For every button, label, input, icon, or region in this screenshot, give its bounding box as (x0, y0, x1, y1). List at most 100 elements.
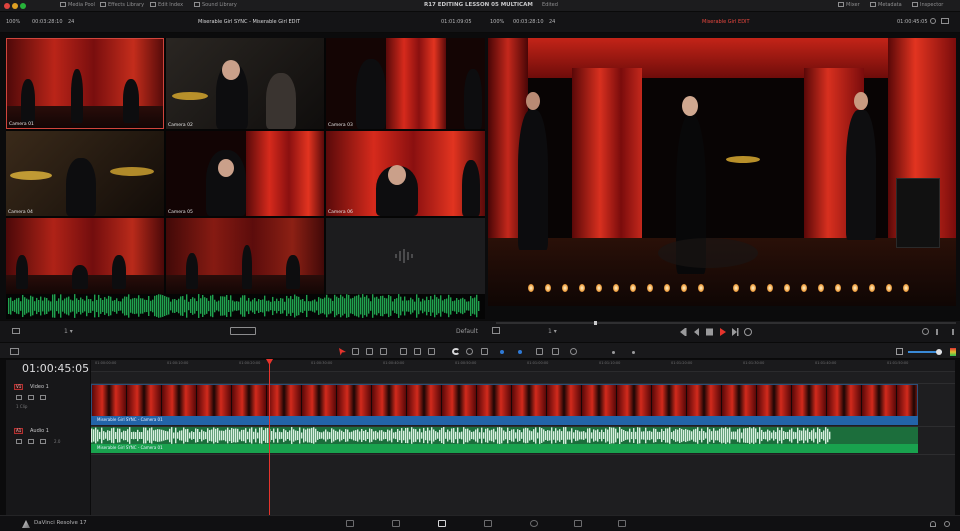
viewer-mode-icon[interactable] (941, 18, 949, 24)
performer-silhouette (186, 253, 198, 290)
audio-clip-titlebar[interactable]: Miserable Girl SYNC - Camera 01 (91, 444, 918, 453)
zoom-in-icon[interactable] (632, 351, 635, 354)
drummer-silhouette (66, 158, 96, 216)
program-timeline-name[interactable]: Miserable Girl EDIT (702, 19, 750, 25)
mark-in-icon[interactable] (936, 329, 942, 335)
dynamic-trim-icon[interactable] (366, 348, 373, 355)
playhead[interactable] (269, 361, 270, 515)
trim-tool-icon[interactable] (352, 348, 359, 355)
tab-effects-library[interactable]: Effects Library (100, 2, 144, 8)
mark-out-icon[interactable] (948, 329, 954, 335)
camera-label: Camera 04 (8, 210, 33, 215)
footlight-bulb (767, 284, 773, 292)
lock-track-icon[interactable] (16, 395, 22, 400)
tab-mixer[interactable]: Mixer (838, 2, 860, 8)
tab-edit-index[interactable]: Edit Index (150, 2, 183, 8)
tab-sound-library[interactable]: Sound Library (194, 2, 237, 8)
timeline-timecode[interactable]: 01:00:45:05 (22, 362, 89, 375)
home-icon[interactable] (930, 521, 936, 527)
zoom-detail-icon[interactable] (552, 348, 559, 355)
selection-arrow-icon[interactable] (338, 347, 347, 356)
program-page-select[interactable]: 1 ▾ (548, 328, 557, 335)
last-frame-icon (732, 328, 737, 336)
scrubber-bar[interactable] (496, 322, 956, 324)
multicam-angle[interactable] (166, 218, 324, 294)
cut-page-icon[interactable] (392, 520, 400, 527)
clip-thumbnail (127, 385, 161, 416)
overwrite-clip-icon[interactable] (414, 348, 421, 355)
multicam-angle[interactable] (6, 218, 164, 294)
fusion-page-icon[interactable] (484, 520, 492, 527)
marker-blue-icon[interactable] (518, 350, 522, 354)
source-timecode-mid: 01:01:09:05 (441, 19, 472, 25)
media-page-icon[interactable] (346, 520, 354, 527)
guitarist-silhouette (356, 59, 386, 129)
lane-divider (91, 454, 955, 455)
footlight-bulb (698, 284, 704, 292)
audio-only-icon (395, 249, 413, 263)
close-dot-icon[interactable] (4, 3, 10, 9)
clip-thumbnail (302, 385, 336, 416)
multicam-page-select[interactable]: 1 ▾ (64, 328, 73, 335)
viewer-size-icon[interactable] (492, 327, 500, 334)
multicam-angle[interactable]: Camera 06 (326, 131, 485, 216)
match-frame-icon[interactable] (922, 328, 929, 335)
ruler-tick: 01:00:20:00 (239, 361, 261, 365)
minimize-dot-icon[interactable] (12, 3, 18, 9)
deliver-page-icon[interactable] (618, 520, 626, 527)
multicam-angle[interactable]: Camera 02 (166, 38, 324, 129)
settings-icon[interactable] (930, 18, 936, 24)
scrubber-handle[interactable] (594, 321, 597, 325)
ruler-tick: 01:01:00:00 (527, 361, 549, 365)
volume-slider-handle[interactable] (936, 349, 942, 355)
tab-metadata[interactable]: Metadata (870, 2, 902, 8)
camera-label: Camera 03 (328, 123, 353, 128)
multicam-angle[interactable] (326, 218, 485, 294)
color-page-icon[interactable] (530, 520, 538, 527)
disable-track-icon[interactable] (40, 395, 46, 400)
zoom-dot-icon[interactable] (20, 3, 26, 9)
curtain-image (386, 38, 446, 129)
lock-track-icon[interactable] (16, 439, 22, 444)
blade-tool-icon[interactable] (380, 348, 387, 355)
tab-inspector[interactable]: Inspector (912, 2, 943, 8)
mute-track-icon[interactable] (40, 439, 46, 444)
auto-select-icon[interactable] (28, 395, 34, 400)
video-clip-titlebar[interactable]: Miserable Girl SYNC - Camera 01 (91, 416, 918, 425)
timeline-ruler[interactable]: 01:00:00:00 01:00:10:00 01:00:20:00 01:00:3… (91, 360, 955, 372)
edit-page-icon[interactable] (438, 520, 446, 527)
project-settings-icon[interactable] (944, 521, 950, 527)
guitarist-silhouette (464, 69, 482, 129)
insert-clip-icon[interactable] (400, 348, 407, 355)
multicam-angle[interactable]: Camera 04 (6, 131, 164, 216)
zoom-custom-icon[interactable] (570, 348, 577, 355)
loop-icon (744, 328, 752, 336)
snapping-icon[interactable] (452, 348, 460, 355)
replace-clip-icon[interactable] (428, 348, 435, 355)
media-pool-icon (60, 2, 66, 7)
fairlight-page-icon[interactable] (574, 520, 582, 527)
tab-media-pool[interactable]: Media Pool (60, 2, 95, 8)
multicam-display-option[interactable]: Default (456, 328, 478, 335)
multicam-angle[interactable]: Camera 05 (166, 131, 324, 216)
timeline-view-icon[interactable] (10, 348, 19, 355)
drum-kit-image (658, 238, 758, 268)
multicam-angle[interactable]: Camera 03 (326, 38, 485, 129)
footlight-bulb (784, 284, 790, 292)
zoom-out-icon[interactable] (612, 351, 615, 354)
clip-thumbnail (337, 385, 371, 416)
multicam-controls-icon[interactable] (230, 327, 256, 335)
layout-icon[interactable] (12, 328, 20, 334)
linked-selection-icon[interactable] (466, 348, 473, 355)
cymbal-image (10, 171, 52, 180)
multicam-angle[interactable]: Camera 01 (6, 38, 164, 129)
program-zoom[interactable]: 100% (490, 19, 504, 25)
solo-track-icon[interactable] (28, 439, 34, 444)
transport-bar: 1 ▾ Default 1 ▾ (0, 320, 960, 342)
position-lock-icon[interactable] (481, 348, 488, 355)
zoom-full-icon[interactable] (536, 348, 543, 355)
curtain-valance (488, 38, 956, 78)
source-zoom[interactable]: 100% (6, 19, 20, 25)
amplifier-image (896, 178, 940, 248)
flag-blue-icon[interactable] (500, 350, 504, 354)
